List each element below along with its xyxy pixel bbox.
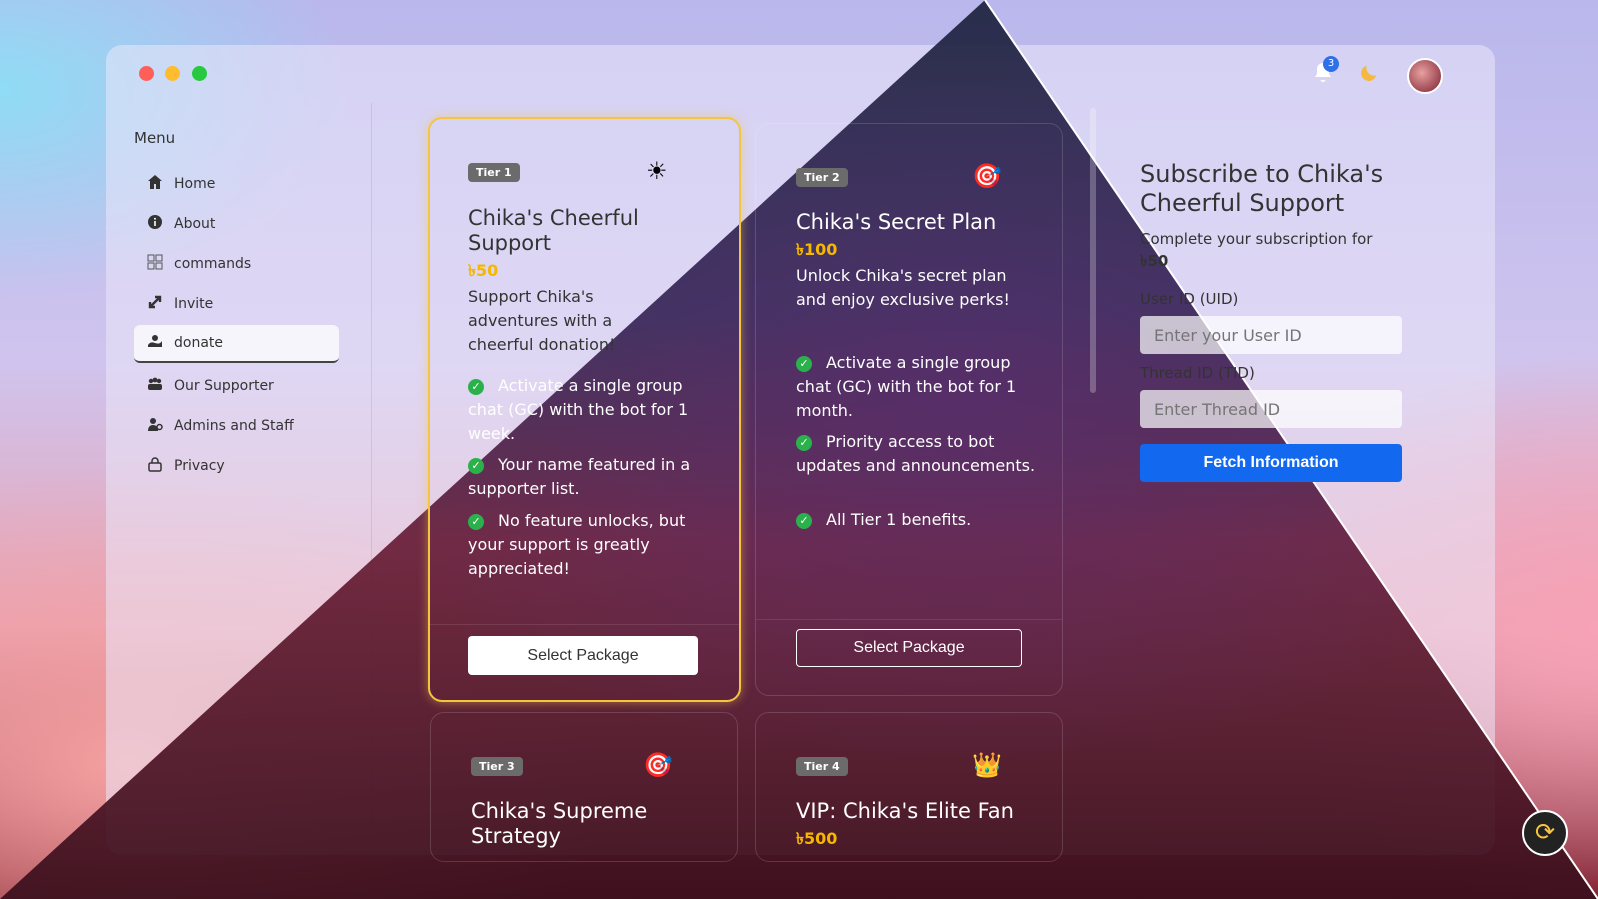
- crown-icon: 👑: [972, 751, 1002, 779]
- card-feature: ✓ Activate a single group chat (GC) with …: [796, 353, 1017, 420]
- divider: [430, 624, 739, 625]
- menu-title: Menu: [134, 129, 176, 147]
- card-title: Chika's Secret Plan: [796, 210, 997, 234]
- card-title: VIP: Chika's Elite Fan: [796, 799, 1014, 823]
- card-price: ৳50: [468, 261, 499, 280]
- notification-badge: 3: [1323, 56, 1339, 72]
- sidebar-item-privacy[interactable]: Privacy: [134, 447, 339, 485]
- subscribe-title: Subscribe to Chika's Cheerful Support: [1140, 160, 1384, 217]
- card-feature: ✓ Activate a single group chat (GC) with …: [468, 376, 689, 443]
- card-feature: ✓ Priority access to bot updates and anno…: [796, 432, 1036, 475]
- sidebar-item-label: donate: [174, 335, 224, 351]
- tier-badge: Tier 4: [796, 757, 848, 776]
- card-feature: ✓ Your name featured in a supporter list.: [468, 455, 691, 498]
- tier-badge: Tier 3: [471, 757, 523, 776]
- donate-icon: [146, 333, 164, 353]
- tid-label: Thread ID (TID): [1140, 364, 1255, 382]
- maximize-window-button[interactable]: [192, 66, 207, 81]
- title-bar: 3: [106, 45, 1495, 103]
- check-icon: ✓: [468, 457, 484, 474]
- card-description: Support Chika's adventures with a cheerf…: [468, 287, 616, 354]
- link-icon: [146, 294, 164, 314]
- target-icon: 🎯: [643, 751, 673, 779]
- refresh-icon[interactable]: ⟳: [1522, 810, 1568, 856]
- card-feature: ✓ All Tier 1 benefits.: [796, 508, 1036, 532]
- check-icon: ✓: [796, 355, 812, 372]
- card-title: Chika's Cheerful Support: [468, 206, 639, 255]
- tid-input[interactable]: [1140, 390, 1402, 428]
- tier-card: Tier 2 🎯 Chika's Secret Plan ৳100 Unlock…: [755, 123, 1063, 696]
- sidebar-item-label: About: [174, 216, 216, 232]
- sidebar-item-invite[interactable]: Invite: [134, 285, 339, 323]
- check-icon: ✓: [468, 513, 484, 530]
- sidebar-item-home[interactable]: Home: [134, 165, 339, 203]
- fetch-information-button[interactable]: Fetch Information: [1140, 444, 1402, 482]
- sidebar-item-label: commands: [174, 256, 252, 272]
- sidebar-item-our-supporter[interactable]: Our Supporter: [134, 367, 339, 405]
- card-feature: ✓ No feature unlocks, but your support is…: [468, 511, 686, 578]
- select-package-button[interactable]: Select Package: [468, 636, 698, 675]
- check-icon: ✓: [796, 434, 812, 451]
- close-window-button[interactable]: [139, 66, 154, 81]
- info-icon: [146, 215, 164, 233]
- avatar[interactable]: [1407, 58, 1443, 94]
- target-icon: 🎯: [972, 162, 1002, 190]
- uid-label: User ID (UID): [1140, 290, 1239, 308]
- sun-icon: ☀: [646, 157, 668, 185]
- sidebar-item-donate[interactable]: donate: [134, 325, 339, 363]
- sidebar-item-label: Admins and Staff: [174, 418, 294, 434]
- sidebar-item-admins-and-staff[interactable]: Admins and Staff: [134, 407, 339, 445]
- subscribe-amount: ৳50: [1140, 252, 1169, 270]
- check-icon: ✓: [468, 378, 484, 395]
- uid-input[interactable]: [1140, 316, 1402, 354]
- lock-icon: [146, 456, 164, 476]
- staff-icon: [146, 416, 164, 436]
- tier-card: Tier 4 👑 VIP: Chika's Elite Fan ৳500: [755, 712, 1063, 862]
- check-icon: ✓: [796, 512, 812, 529]
- grid-icon: [146, 254, 164, 274]
- users-icon: [146, 376, 164, 396]
- scrollbar[interactable]: [1090, 108, 1096, 393]
- tier-badge: Tier 1: [468, 163, 520, 182]
- sidebar-item-about[interactable]: About: [134, 205, 339, 243]
- tier-card: Tier 3 🎯 Chika's Supreme Strategy: [430, 712, 738, 862]
- minimize-window-button[interactable]: [165, 66, 180, 81]
- sidebar-item-commands[interactable]: commands: [134, 245, 339, 283]
- sidebar-item-label: Privacy: [174, 458, 225, 474]
- tier-card: Tier 1 ☀ Chika's Cheerful Support ৳50 Su…: [428, 117, 741, 702]
- divider: [756, 619, 1062, 620]
- select-package-button[interactable]: Select Package: [796, 629, 1022, 667]
- sidebar-item-label: Home: [174, 176, 216, 192]
- card-price: ৳500: [796, 829, 838, 848]
- subscribe-panel: Subscribe to Chika's Cheerful Support Co…: [1140, 160, 1410, 482]
- moon-icon[interactable]: [1358, 62, 1380, 90]
- sidebar-item-label: Our Supporter: [174, 378, 274, 394]
- sidebar-item-label: Invite: [174, 296, 214, 312]
- card-price: ৳100: [796, 240, 838, 259]
- sidebar: Menu Home About commands Invite donate O…: [106, 103, 372, 855]
- card-description: Unlock Chika's secret plan and enjoy exc…: [796, 266, 1010, 309]
- card-title: Chika's Supreme Strategy: [471, 799, 648, 848]
- subscribe-subtitle: Complete your subscription for ৳50: [1140, 230, 1373, 270]
- tier-badge: Tier 2: [796, 168, 848, 187]
- home-icon: [146, 174, 164, 194]
